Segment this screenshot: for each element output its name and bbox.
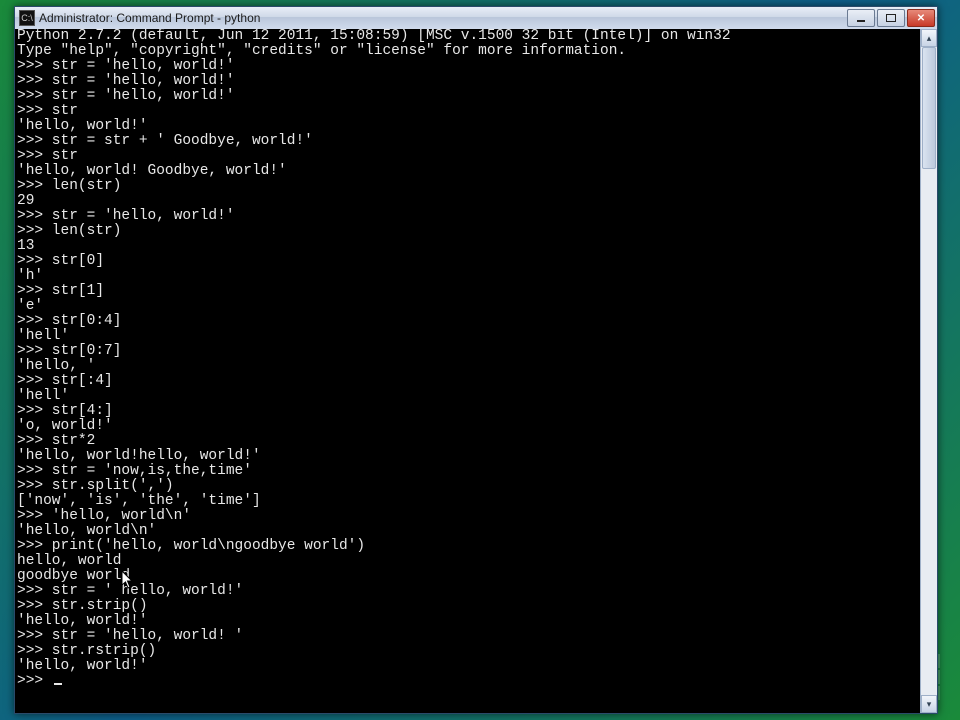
titlebar[interactable]: C:\ Administrator: Command Prompt - pyth…: [15, 7, 937, 29]
scrollbar-thumb[interactable]: [922, 47, 936, 169]
window-title: Administrator: Command Prompt - python: [39, 11, 847, 25]
app-icon: C:\: [19, 10, 35, 26]
scroll-up-button[interactable]: ▴: [921, 29, 937, 47]
terminal-output[interactable]: Python 2.7.2 (default, Jun 12 2011, 15:0…: [15, 29, 920, 713]
close-icon: ✕: [917, 13, 925, 24]
minimize-icon: [857, 20, 865, 22]
arrow-down-icon: ▾: [927, 699, 932, 710]
vertical-scrollbar[interactable]: ▴ ▾: [920, 29, 937, 713]
maximize-button[interactable]: [877, 9, 905, 27]
arrow-up-icon: ▴: [927, 33, 932, 44]
client-area: Python 2.7.2 (default, Jun 12 2011, 15:0…: [15, 29, 937, 713]
maximize-icon: [886, 14, 896, 22]
window-buttons: ✕: [847, 9, 935, 27]
scroll-down-button[interactable]: ▾: [921, 695, 937, 713]
terminal-cursor: [54, 683, 62, 685]
minimize-button[interactable]: [847, 9, 875, 27]
command-prompt-window: C:\ Administrator: Command Prompt - pyth…: [14, 6, 938, 714]
scrollbar-track[interactable]: [921, 47, 937, 695]
close-button[interactable]: ✕: [907, 9, 935, 27]
